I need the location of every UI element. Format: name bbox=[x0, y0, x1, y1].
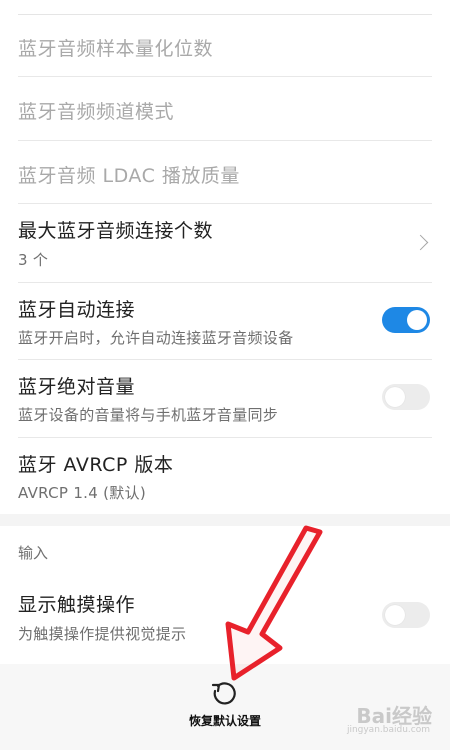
annotation-arrow bbox=[225, 525, 323, 681]
watermark-url: jingyan.baidu.com bbox=[346, 725, 430, 735]
